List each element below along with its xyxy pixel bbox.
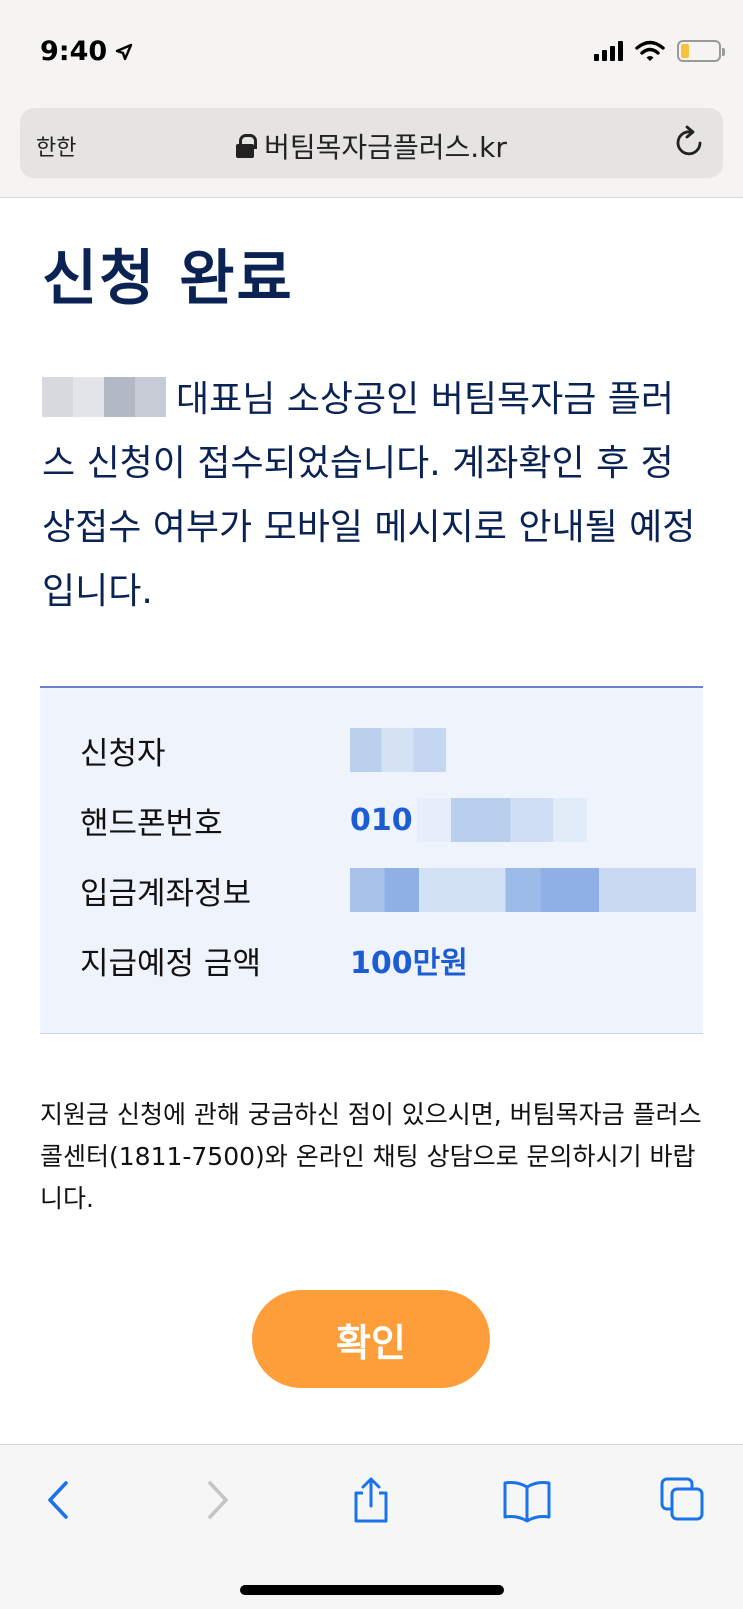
info-row-phone: 핸드폰번호 010 [80, 798, 587, 842]
back-icon[interactable] [34, 1475, 84, 1525]
forward-icon[interactable] [192, 1475, 242, 1525]
address-bar[interactable]: 한한 버팀목자금플러스.kr [20, 108, 723, 178]
browser-address-area: 한한 버팀목자금플러스.kr [0, 100, 743, 198]
reload-icon[interactable] [671, 124, 707, 160]
amount-value: 100만원 [350, 946, 468, 981]
confirm-button[interactable]: 확인 [252, 1290, 490, 1388]
redacted-applicant [350, 728, 446, 772]
application-info-box: 신청자 핸드폰번호 010 입금계좌정보 지급예정 금액 100만원 [40, 686, 703, 1034]
location-arrow-icon [115, 43, 133, 60]
info-row-applicant: 신청자 [80, 728, 446, 772]
page-title: 신청 완료 [42, 244, 294, 314]
completion-message: 대표님 소상공인 버팀목자금 플러스 신청이 접수되었습니다. 계좌확인 후 정… [42, 368, 702, 624]
redacted-name [42, 377, 166, 417]
redacted-phone [416, 798, 587, 842]
tabs-icon[interactable] [658, 1475, 708, 1525]
status-bar: 9:40 [0, 0, 743, 100]
bookmarks-icon[interactable] [502, 1475, 552, 1525]
url-text: 버팀목자금플러스.kr [264, 131, 507, 164]
help-text: 지원금 신청에 관해 궁금하신 점이 있으시면, 버팀목자금 플러스 콜센터(1… [40, 1100, 702, 1213]
amount-label: 지급예정 금액 [80, 945, 261, 982]
battery-icon [677, 40, 725, 62]
signal-icon [594, 41, 623, 61]
phone-prefix: 010 [350, 802, 413, 838]
account-label: 입금계좌정보 [80, 875, 252, 912]
status-time: 9:40 [40, 36, 133, 67]
applicant-label: 신청자 [80, 735, 166, 772]
info-row-amount: 지급예정 금액 100만원 [80, 940, 468, 982]
info-row-account: 입금계좌정보 [80, 868, 696, 912]
wifi-icon [635, 40, 665, 61]
redacted-account [350, 868, 696, 912]
url-display[interactable]: 버팀목자금플러스.kr [20, 126, 723, 166]
home-indicator [240, 1585, 504, 1595]
status-indicators [594, 40, 725, 62]
lock-icon [236, 134, 258, 158]
phone-label: 핸드폰번호 [80, 805, 223, 842]
clock: 9:40 [40, 36, 108, 67]
share-icon[interactable] [346, 1475, 396, 1525]
